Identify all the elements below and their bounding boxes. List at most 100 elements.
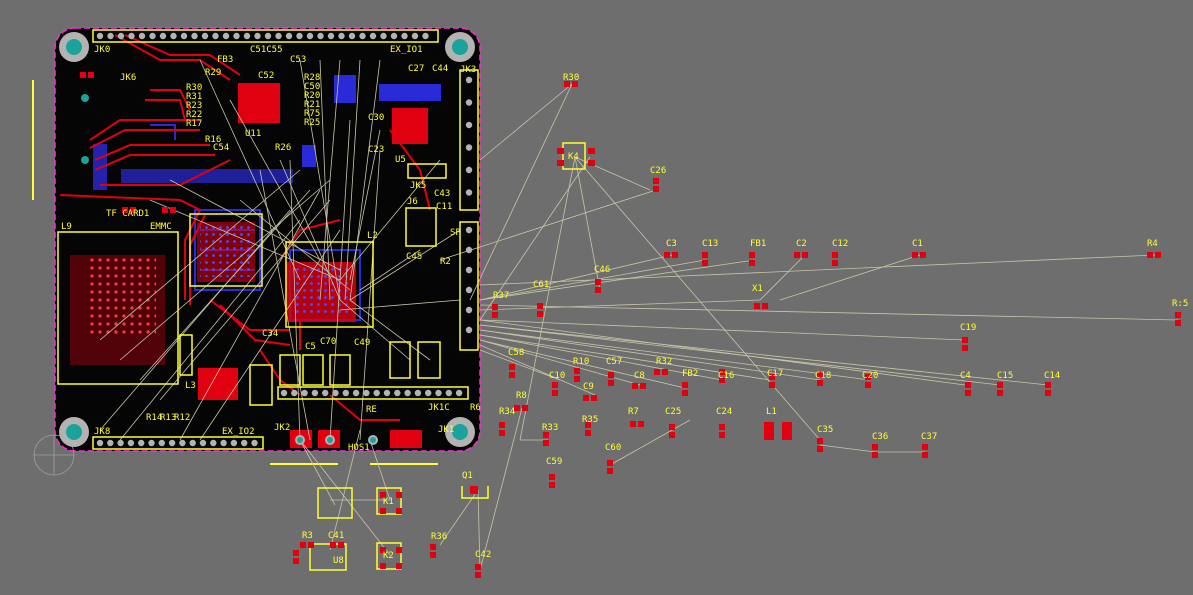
component-pad [396,492,402,498]
connector-pin [280,389,288,397]
smd-pad [308,542,314,548]
connector-pin [465,189,473,196]
label-c11: C11 [436,202,452,212]
connector-pin [285,32,293,40]
connector-pin [210,439,217,447]
label-k1: K1 [383,497,394,507]
smd-pad [920,252,926,258]
smd-pad [817,438,823,444]
smd-pad [543,440,549,446]
smd-pad [997,390,1003,396]
smd-pad [669,432,675,438]
label-r33: R33 [542,423,558,433]
label-c25: C25 [665,407,681,417]
connector-pin [359,32,366,40]
label-k4: K4 [568,152,579,162]
connector-pin [411,32,419,40]
pcb-editor-canvas[interactable]: JK0 JK6 JK8 JK3 JK5 JK1C EX_IO1 EX_IO2 T… [0,0,1193,591]
connector-pin [296,32,303,40]
label-c10: C10 [549,371,565,381]
smd-pad [719,424,725,430]
connector-pin [465,226,473,234]
smd-pad [430,544,436,550]
label-r37: R37 [493,291,509,301]
connector-pin [291,389,298,397]
label-r32: R32 [656,357,672,367]
label-c18: C18 [815,371,831,381]
label-c44: C44 [432,64,448,74]
label-c20: C20 [862,371,878,381]
label-c15: C15 [997,371,1013,381]
label-c8: C8 [634,371,645,381]
component-pad [396,563,402,569]
smd-pad [817,446,823,452]
label-u8: U8 [333,556,344,566]
connector-pin [96,439,104,447]
connector-pin [422,32,429,40]
connector-pin [275,32,282,40]
smd-pad [865,382,871,388]
label-c36: C36 [872,432,888,442]
label-jk0: JK0 [94,45,110,55]
connector-pin [380,32,387,40]
label-c5: C5 [305,342,316,352]
smd-pad [962,337,968,343]
smd-pad [499,422,505,428]
smd-pad [762,303,768,309]
label-jk1c: JK1C [428,403,450,413]
connector-pin [220,439,227,447]
label-c46: C46 [594,265,610,275]
smd-pad [509,372,515,378]
smd-pad [492,304,498,310]
label-c3: C3 [666,239,677,249]
label-c45: C45 [406,252,422,262]
component-pad [557,160,564,166]
connector-pin [369,32,377,40]
smd-pad [591,395,597,401]
connector-pin [201,32,209,40]
label-jk8: JK8 [94,427,110,437]
connector-pin [465,286,473,294]
smd-pad [1175,312,1181,318]
label-jk2: JK2 [274,423,290,433]
smd-pad [965,390,971,396]
label-l9: L9 [61,222,72,232]
component-pad [396,508,402,514]
connector-pin [117,439,124,447]
smd-pad [293,550,299,556]
label-c58: C58 [508,348,524,358]
label-c19: C19 [960,323,976,333]
smd-pad [1045,382,1051,388]
connector-pin [264,32,272,40]
connector-pin [96,32,104,40]
label-c37: C37 [921,432,937,442]
connector-pin [332,389,339,397]
label-r10: R10 [573,357,589,367]
label-c43: C43 [434,189,450,199]
smd-pad [669,424,675,430]
smd-pad [872,452,878,458]
connector-pin [243,32,251,40]
connector-pin [465,326,473,334]
smd-pad [802,252,808,258]
connector-pin [394,389,401,397]
label-r6: R6 [470,403,481,413]
connector-pin [251,439,258,447]
label-jk6: JK6 [120,73,136,83]
connector-pin [338,32,345,40]
connector-pin [404,389,411,397]
connector-pin [342,389,349,397]
smd-pad [552,390,558,396]
label-fb2: FB2 [682,369,698,379]
smd-pad [492,312,498,318]
label-c35: C35 [817,425,833,435]
smd-pad [922,452,928,458]
smd-pad [702,252,708,258]
pcb-layout-view[interactable]: JK0 JK6 JK8 JK3 JK5 JK1C EX_IO1 EX_IO2 T… [0,0,1193,591]
label-jk3: JK3 [460,65,476,75]
smd-pad [640,383,646,389]
smd-pad [749,252,755,258]
label-r7: R7 [628,407,639,417]
label-jk1: JK1 [438,425,454,435]
smd-pad [1155,252,1161,258]
